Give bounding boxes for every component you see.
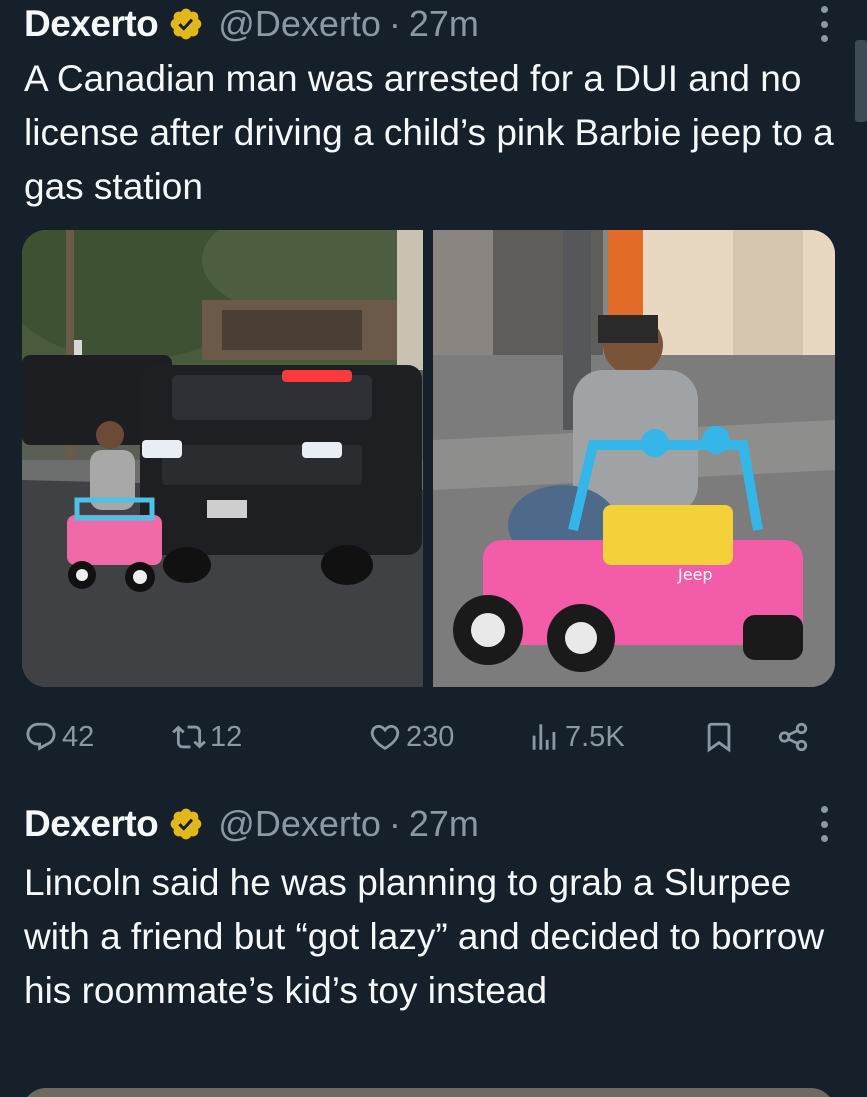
author-handle[interactable]: @Dexerto — [218, 803, 381, 845]
verified-badge-icon — [170, 8, 202, 40]
analytics-icon — [532, 724, 556, 750]
timestamp[interactable]: 27m — [409, 3, 479, 45]
bookmark-button[interactable] — [702, 712, 740, 762]
like-button[interactable]: 230 — [368, 712, 454, 762]
reply-button[interactable]: 42 — [24, 712, 94, 762]
verified-badge-icon — [170, 808, 202, 840]
views-button[interactable]: 7.5K — [527, 712, 625, 762]
timestamp[interactable]: 27m — [409, 803, 479, 845]
share-button[interactable] — [776, 712, 814, 762]
tweet-actions: 42 12 230 7.5K — [24, 712, 824, 762]
author-name[interactable]: Dexerto — [24, 3, 159, 45]
like-count: 230 — [406, 720, 455, 753]
share-icon — [778, 722, 808, 752]
tweet-photo[interactable]: Jeep — [433, 230, 835, 687]
tweet-text: A Canadian man was arrested for a DUI an… — [24, 58, 834, 207]
jeep-logo-text: Jeep — [677, 565, 713, 584]
tweet-photo[interactable] — [22, 230, 423, 687]
more-options-icon[interactable] — [817, 806, 831, 842]
repost-count: 12 — [210, 720, 243, 753]
heart-icon — [370, 724, 400, 750]
separator: · — [388, 3, 401, 44]
repost-icon — [172, 725, 206, 749]
tweet-text: Lincoln said he was planning to grab a S… — [24, 862, 825, 1011]
views-count: 7.5K — [565, 720, 625, 753]
separator: · — [388, 803, 401, 844]
author-handle[interactable]: @Dexerto — [218, 3, 381, 45]
tweet-header: Dexerto @Dexerto · 27m — [24, 2, 479, 46]
media-grid[interactable]: Jeep — [22, 230, 835, 687]
bookmark-icon — [707, 722, 731, 753]
reply-icon — [26, 722, 56, 751]
reply-count: 42 — [62, 720, 95, 753]
tweet-header: Dexerto @Dexerto · 27m — [24, 802, 479, 846]
more-options-icon[interactable] — [817, 6, 831, 42]
scrollbar-thumb[interactable] — [855, 40, 867, 122]
tweet-photo[interactable] — [22, 1088, 835, 1097]
author-name[interactable]: Dexerto — [24, 803, 159, 845]
repost-button[interactable]: 12 — [172, 712, 242, 762]
